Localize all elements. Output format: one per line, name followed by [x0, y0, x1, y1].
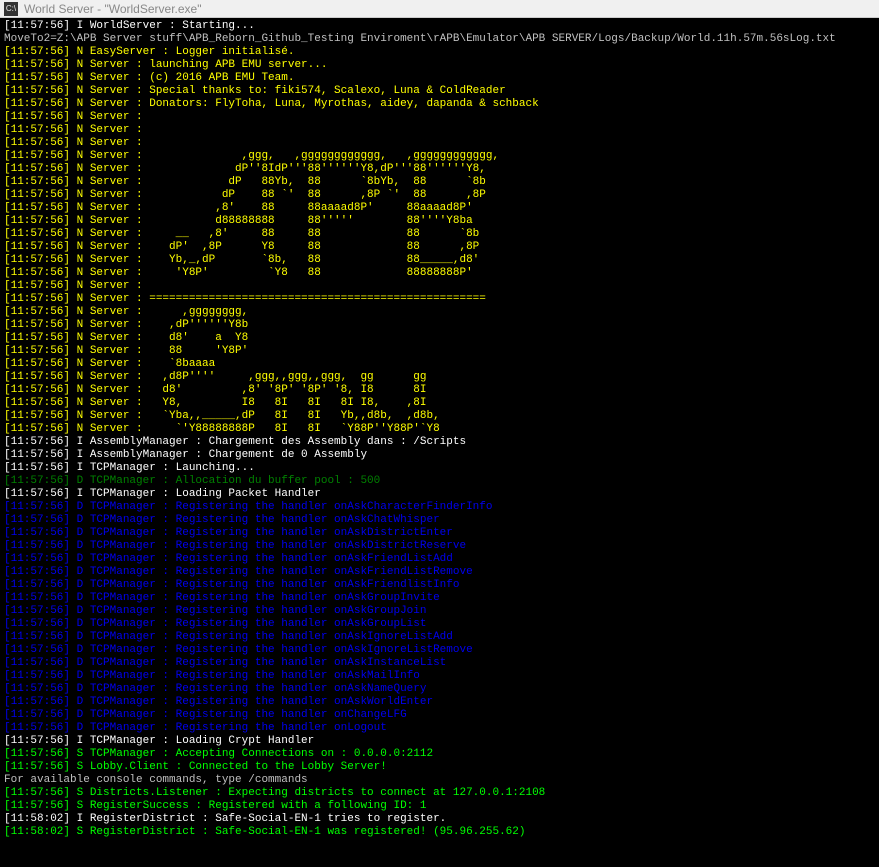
console-line: [11:57:56] N Server : `8baaaa [4, 358, 875, 371]
console-line: [11:57:56] D TCPManager : Registering th… [4, 592, 875, 605]
console-line: [11:57:56] D TCPManager : Registering th… [4, 670, 875, 683]
console-line: [11:57:56] D TCPManager : Registering th… [4, 618, 875, 631]
console-line: [11:58:02] I RegisterDistrict : Safe-Soc… [4, 813, 875, 826]
console-line: [11:57:56] D TCPManager : Registering th… [4, 527, 875, 540]
console-line: [11:57:56] I WorldServer : Starting... [4, 20, 875, 33]
console-line: [11:57:56] N Server : dP' ,8P Y8 88 88 ,… [4, 241, 875, 254]
console-line: For available console commands, type /co… [4, 774, 875, 787]
console-line: [11:57:56] D TCPManager : Registering th… [4, 605, 875, 618]
console-line: [11:57:56] N Server : [4, 124, 875, 137]
console-line: [11:57:56] I AssemblyManager : Chargemen… [4, 449, 875, 462]
console-line: [11:57:56] N Server : ,ggg, ,ggggggggggg… [4, 150, 875, 163]
console-line: [11:57:56] N Server : `'Y88888888P 8I 8I… [4, 423, 875, 436]
console-line: [11:57:56] N Server : 88 'Y8P' [4, 345, 875, 358]
console-line: [11:57:56] N Server : d8' a Y8 [4, 332, 875, 345]
console-line: MoveTo2=Z:\APB Server stuff\APB_Reborn_G… [4, 33, 875, 46]
console-line: [11:57:56] I TCPManager : Loading Packet… [4, 488, 875, 501]
console-line: [11:57:56] D TCPManager : Registering th… [4, 631, 875, 644]
console-line: [11:57:56] D TCPManager : Registering th… [4, 657, 875, 670]
console-line: [11:57:56] N EasyServer : Logger initial… [4, 46, 875, 59]
console-line: [11:57:56] N Server : [4, 280, 875, 293]
console-line: [11:57:56] D TCPManager : Registering th… [4, 644, 875, 657]
console-line: [11:57:56] N Server : ,d8P'''' ,ggg,,ggg… [4, 371, 875, 384]
console-line: [11:57:56] N Server : (c) 2016 APB EMU T… [4, 72, 875, 85]
console-line: [11:57:56] N Server : `Yba,,_____,dP 8I … [4, 410, 875, 423]
console-line: [11:57:56] N Server : ==================… [4, 293, 875, 306]
console-line: [11:57:56] I TCPManager : Launching... [4, 462, 875, 475]
console-line: [11:58:02] S RegisterDistrict : Safe-Soc… [4, 826, 875, 839]
console-line: [11:57:56] I TCPManager : Loading Crypt … [4, 735, 875, 748]
console-line: [11:57:56] N Server : Special thanks to:… [4, 85, 875, 98]
console-line: [11:57:56] D TCPManager : Registering th… [4, 540, 875, 553]
console-line: [11:57:56] N Server : ,8' 88 88aaaad8P' … [4, 202, 875, 215]
console-line: [11:57:56] N Server : Donators: FlyToha,… [4, 98, 875, 111]
console-line: [11:57:56] N Server : ,gggggggg, [4, 306, 875, 319]
console-line: [11:57:56] S Districts.Listener : Expect… [4, 787, 875, 800]
console-line: [11:57:56] N Server : dP 88 `' 88 ,8P `'… [4, 189, 875, 202]
console-line: [11:57:56] D TCPManager : Registering th… [4, 579, 875, 592]
console-output: [11:57:56] I WorldServer : Starting...Mo… [0, 18, 879, 841]
console-line: [11:57:56] N Server : dP 88Yb, 88 `8bYb,… [4, 176, 875, 189]
console-line: [11:57:56] D TCPManager : Registering th… [4, 553, 875, 566]
console-line: [11:57:56] N Server : dP''8IdP'''88'''''… [4, 163, 875, 176]
app-icon: C:\ [4, 2, 18, 16]
console-line: [11:57:56] S RegisterSuccess : Registere… [4, 800, 875, 813]
console-line: [11:57:56] N Server : Y8, I8 8I 8I 8I I8… [4, 397, 875, 410]
console-line: [11:57:56] D TCPManager : Registering th… [4, 566, 875, 579]
console-line: [11:57:56] S TCPManager : Accepting Conn… [4, 748, 875, 761]
console-line: [11:57:56] N Server : launching APB EMU … [4, 59, 875, 72]
console-line: [11:57:56] N Server : d8' ,8' '8P' '8P' … [4, 384, 875, 397]
console-line: [11:57:56] N Server : ,dP''''''Y8b [4, 319, 875, 332]
console-line: [11:57:56] D TCPManager : Registering th… [4, 501, 875, 514]
window-title: World Server - "WorldServer.exe" [24, 2, 201, 16]
window-titlebar[interactable]: C:\ World Server - "WorldServer.exe" [0, 0, 879, 18]
console-line: [11:57:56] N Server : [4, 137, 875, 150]
console-line: [11:57:56] D TCPManager : Registering th… [4, 709, 875, 722]
console-line: [11:57:56] D TCPManager : Allocation du … [4, 475, 875, 488]
console-line: [11:57:56] N Server : 'Y8P' `Y8 88 88888… [4, 267, 875, 280]
console-line: [11:57:56] N Server : Yb,_,dP `8b, 88 88… [4, 254, 875, 267]
console-line: [11:57:56] N Server : __ ,8' 88 88 88 `8… [4, 228, 875, 241]
console-line: [11:57:56] D TCPManager : Registering th… [4, 514, 875, 527]
console-line: [11:57:56] N Server : [4, 111, 875, 124]
console-line: [11:57:56] S Lobby.Client : Connected to… [4, 761, 875, 774]
console-line: [11:57:56] D TCPManager : Registering th… [4, 722, 875, 735]
console-line: [11:57:56] D TCPManager : Registering th… [4, 683, 875, 696]
console-line: [11:57:56] N Server : d88888888 88''''' … [4, 215, 875, 228]
console-line: [11:57:56] D TCPManager : Registering th… [4, 696, 875, 709]
console-line: [11:57:56] I AssemblyManager : Chargemen… [4, 436, 875, 449]
